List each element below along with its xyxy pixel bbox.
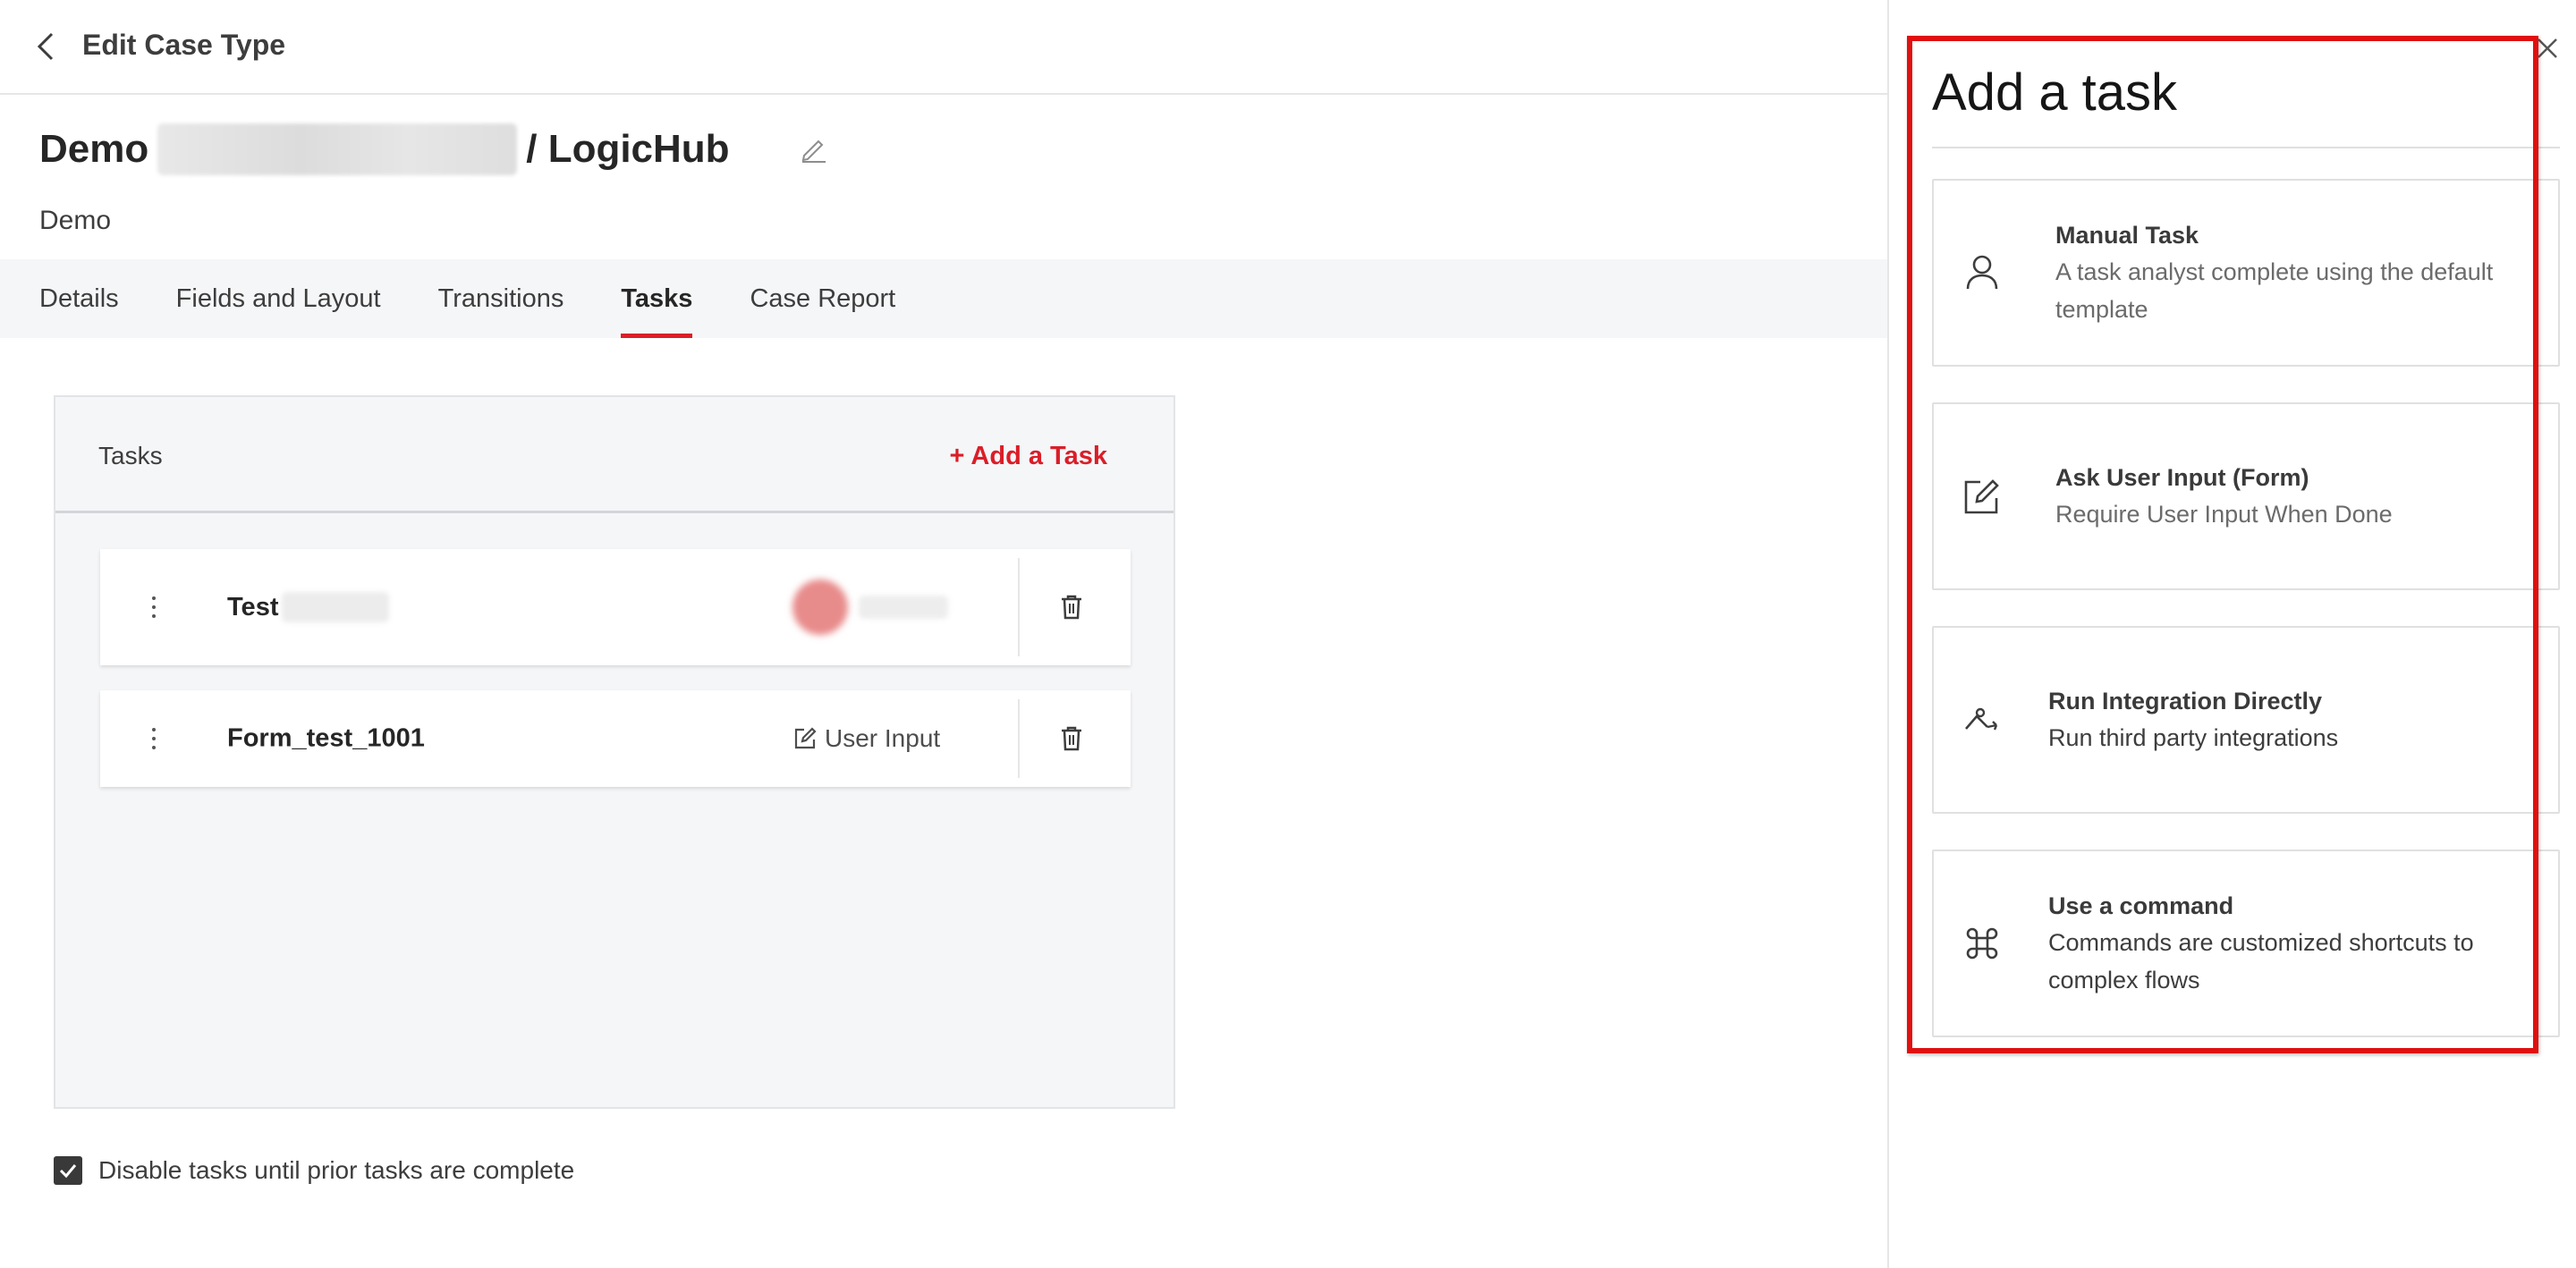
option-text: Use a command Commands are customized sh… — [2048, 888, 2531, 999]
trash-icon[interactable] — [1059, 594, 1084, 621]
tasks-header: Tasks + Add a Task — [55, 397, 1174, 513]
disable-tasks-checkbox[interactable] — [54, 1156, 82, 1185]
add-task-drawer: Add a task Manual Task A task analyst co… — [1887, 0, 2576, 1268]
option-title: Run Integration Directly — [2048, 688, 2323, 714]
option-title: Use a command — [2048, 892, 2234, 919]
task-name-text: Test — [227, 592, 279, 621]
checkmark-icon — [59, 1164, 77, 1179]
tasks-panel: Tasks + Add a Task Test Form_test_1001 U… — [54, 395, 1175, 1109]
option-title: Manual Task — [2055, 222, 2199, 249]
redacted-text — [157, 123, 518, 175]
option-description: Require User Input When Done — [2055, 501, 2393, 528]
ask-user-input-option[interactable]: Ask User Input (Form) Require User Input… — [1932, 402, 2560, 590]
run-integration-option[interactable]: Run Integration Directly Run third party… — [1932, 626, 2560, 814]
task-type — [792, 579, 948, 635]
use-command-option[interactable]: Use a command Commands are customized sh… — [1932, 850, 2560, 1037]
option-text: Manual Task A task analyst complete usin… — [2055, 217, 2531, 328]
task-row[interactable]: Test — [100, 549, 1131, 665]
task-type-label: User Input — [825, 724, 941, 752]
edit-form-icon — [1964, 479, 1999, 514]
disable-tasks-option: Disable tasks until prior tasks are comp… — [54, 1156, 574, 1185]
task-row[interactable]: Form_test_1001 User Input — [100, 690, 1131, 787]
case-title-prefix: Demo — [39, 127, 149, 171]
drag-handle-icon[interactable] — [147, 593, 161, 621]
option-description: Commands are customized shortcuts to com… — [2048, 929, 2474, 993]
disable-tasks-label: Disable tasks until prior tasks are comp… — [98, 1156, 575, 1184]
divider — [1018, 699, 1020, 778]
tab-fields-and-layout[interactable]: Fields and Layout — [176, 259, 381, 338]
close-icon[interactable] — [2535, 36, 2560, 61]
chevron-left-icon[interactable] — [32, 30, 61, 63]
case-title-suffix: / LogicHub — [526, 127, 730, 171]
command-icon — [1966, 927, 1998, 959]
tasks-panel-title: Tasks — [98, 442, 163, 469]
case-type-title: Demo / LogicHub — [39, 123, 730, 175]
task-type: User Input — [792, 724, 940, 753]
tab-tasks[interactable]: Tasks — [621, 259, 693, 338]
edit-form-icon — [794, 727, 817, 749]
case-subtitle: Demo — [39, 206, 112, 235]
tab-case-report[interactable]: Case Report — [750, 259, 895, 338]
header-bar: Edit Case Type — [0, 0, 1887, 95]
user-icon — [1966, 255, 1998, 290]
pencil-icon[interactable] — [799, 134, 829, 165]
drawer-title: Add a task — [1932, 63, 2178, 122]
divider — [1932, 147, 2560, 148]
tab-details[interactable]: Details — [39, 259, 119, 338]
redacted-avatar — [792, 579, 848, 635]
trash-icon[interactable] — [1059, 725, 1084, 752]
task-name: Form_test_1001 — [227, 723, 425, 753]
integration-icon — [1965, 707, 1998, 731]
drag-handle-icon[interactable] — [147, 724, 161, 753]
divider — [1018, 558, 1020, 656]
redacted-text — [282, 592, 390, 622]
option-description: Run third party integrations — [2048, 724, 2339, 751]
task-name: Test — [227, 592, 390, 622]
option-title: Ask User Input (Form) — [2055, 464, 2309, 491]
add-task-button[interactable]: + Add a Task — [950, 442, 1107, 471]
option-text: Run Integration Directly Run third party… — [2048, 683, 2531, 757]
tab-transitions[interactable]: Transitions — [438, 259, 564, 338]
option-text: Ask User Input (Form) Require User Input… — [2055, 460, 2531, 533]
tab-bar: Details Fields and Layout Transitions Ta… — [0, 259, 1887, 338]
manual-task-option[interactable]: Manual Task A task analyst complete usin… — [1932, 179, 2560, 367]
option-description: A task analyst complete using the defaul… — [2055, 258, 2494, 323]
redacted-text — [859, 596, 948, 619]
page-title: Edit Case Type — [82, 29, 286, 61]
